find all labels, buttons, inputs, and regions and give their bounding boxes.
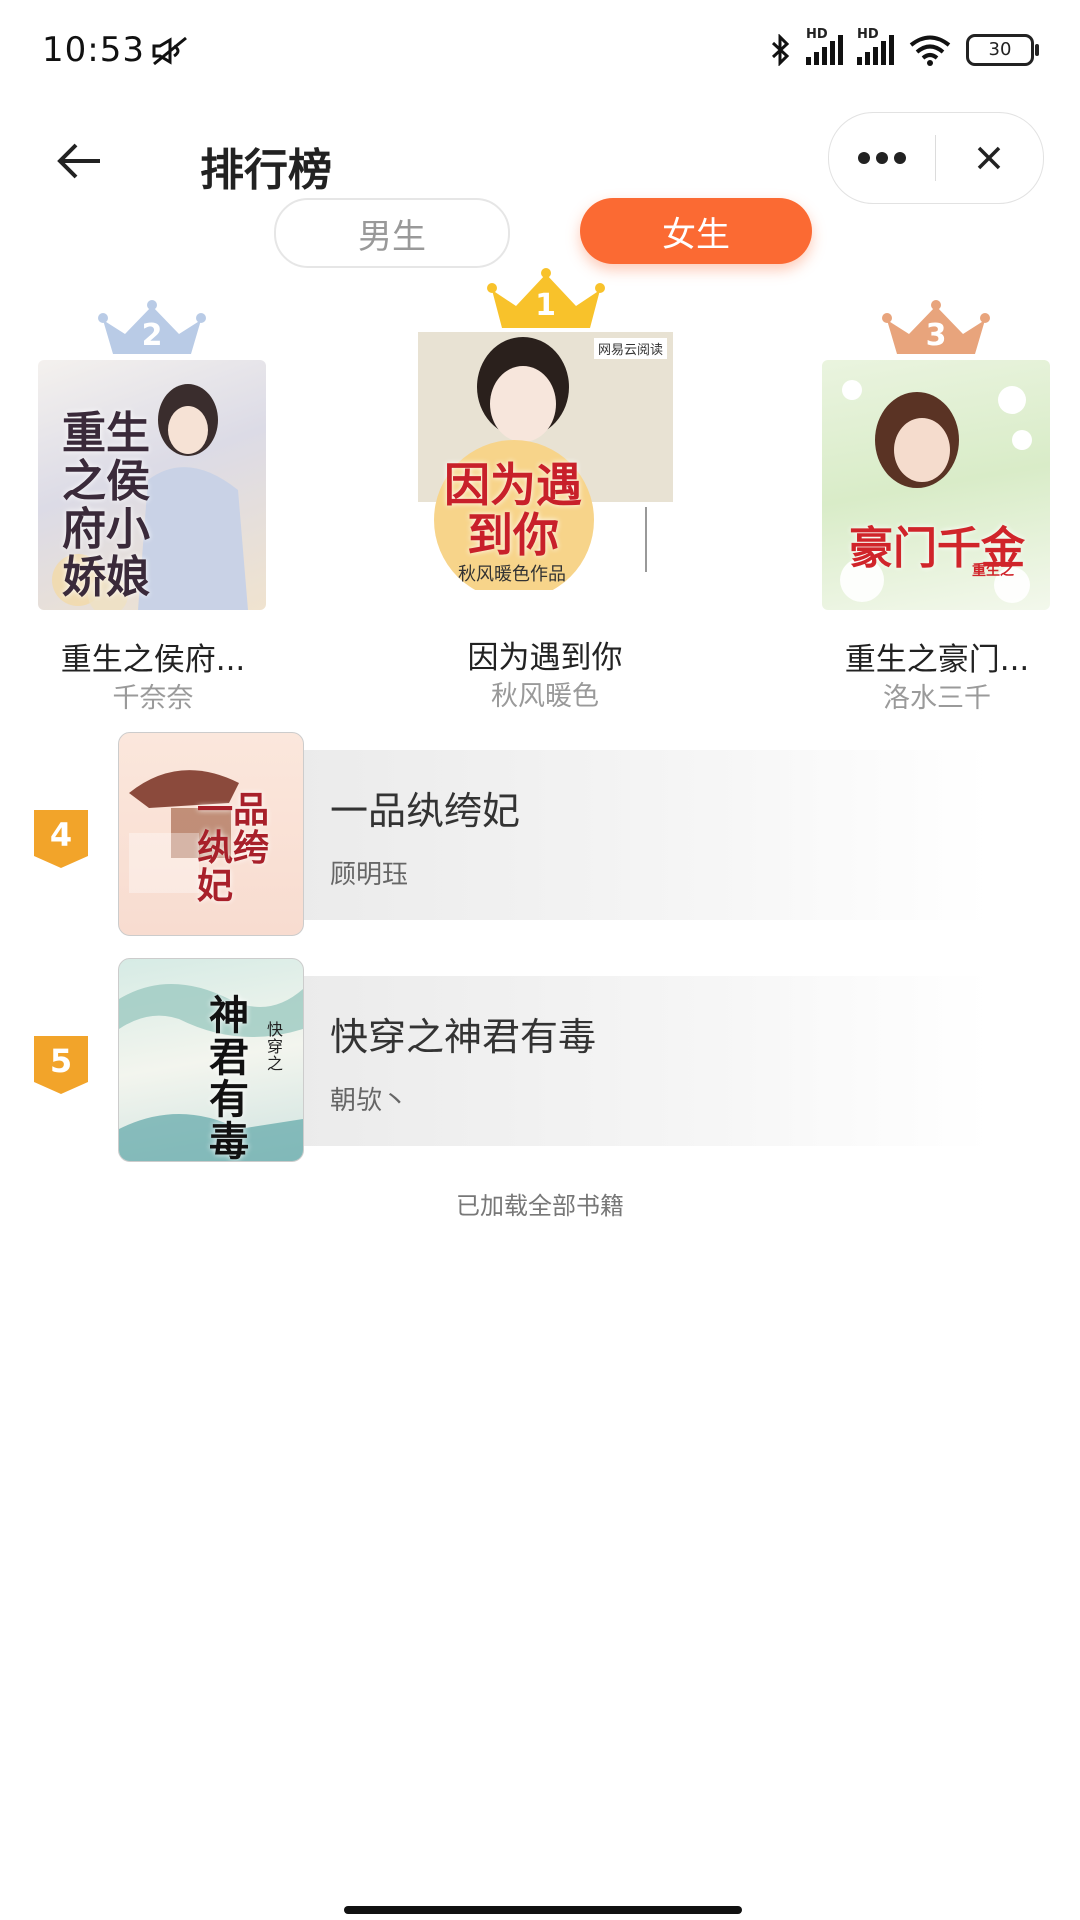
book-title: 重生之侯府...	[60, 642, 246, 678]
rank-number: 4	[49, 816, 73, 854]
more-button[interactable]	[829, 113, 935, 203]
cover-title: 因为遇到你	[444, 458, 582, 562]
publisher-badge: 网易云阅读	[593, 338, 667, 359]
crown-rank-3: 3	[881, 300, 991, 356]
more-dots-icon	[858, 152, 906, 164]
status-icons: HD HD 30	[770, 27, 1039, 66]
cover-subtitle: 快穿之	[267, 1020, 284, 1073]
list-item-background	[300, 976, 990, 1146]
rank-number: 1	[535, 288, 556, 323]
cover-title: 重生之侯府小娇娘	[62, 408, 150, 603]
book-cover[interactable]: 重生之侯府小娇娘	[38, 360, 266, 610]
close-button[interactable]	[936, 113, 1042, 203]
book-author: 朝欤丶	[330, 1086, 409, 1116]
cover-subtitle: 秋风暖色作品	[458, 564, 566, 585]
close-icon	[977, 146, 1001, 170]
book-author: 洛水三千	[883, 683, 991, 714]
book-title: 快穿之神君有毒	[330, 1015, 597, 1059]
status-time: 10:53	[42, 30, 145, 70]
cover-title: 一品纨绔妃	[197, 789, 270, 907]
book-cover[interactable]: 豪门千金 重生之	[822, 360, 1050, 610]
crown-rank-2: 2	[97, 300, 207, 356]
podium-rank-2[interactable]: 2 重生之侯府小娇娘 重生之侯府... 千奈奈	[38, 300, 266, 740]
rank-number: 5	[49, 1042, 73, 1080]
status-bar: 10:53 HD HD 30	[0, 0, 1080, 104]
book-title: 因为遇到你	[467, 640, 623, 676]
home-indicator[interactable]	[344, 1906, 742, 1914]
book-cover[interactable]: 一品纨绔妃	[118, 732, 304, 936]
list-item-rank-5[interactable]: 5 神君有毒 快穿之 快穿之神君有毒 朝欤丶	[0, 958, 1080, 1163]
podium-rank-1[interactable]: 1 网易云阅读 因为遇到你 秋风暖色作品 因为遇到你 秋风暖色	[418, 268, 673, 748]
book-title: 重生之豪门...	[844, 642, 1030, 678]
book-cover[interactable]: 神君有毒 快穿之	[118, 958, 304, 1162]
arrow-left-icon	[57, 143, 100, 179]
network-type-2: HD	[857, 27, 879, 42]
tab-male[interactable]: 男生	[274, 198, 510, 268]
rank-badge: 5	[34, 1036, 88, 1094]
network-type-1: HD	[806, 27, 828, 42]
page-title: 排行榜	[200, 145, 332, 196]
book-title: 一品纨绔妃	[330, 789, 521, 833]
menu-capsule	[828, 112, 1044, 204]
crown-rank-1: 1	[486, 268, 606, 330]
book-author: 千奈奈	[112, 683, 194, 714]
list-item-background	[300, 750, 990, 920]
back-button[interactable]	[44, 126, 114, 196]
book-author: 秋风暖色	[491, 681, 599, 712]
loaded-all-note: 已加载全部书籍	[456, 1192, 624, 1220]
rank-number: 3	[925, 318, 947, 353]
book-cover[interactable]: 网易云阅读 因为遇到你 秋风暖色作品	[418, 332, 673, 590]
rank-badge: 4	[34, 810, 88, 868]
wifi-icon	[909, 35, 951, 66]
signal-2: HD	[857, 27, 894, 65]
cover-title: 神君有毒	[209, 992, 249, 1162]
book-author: 顾明珏	[330, 860, 409, 890]
signal-1: HD	[806, 27, 843, 65]
battery-icon: 30	[966, 34, 1039, 66]
mute-icon	[152, 36, 187, 66]
tab-female[interactable]: 女生	[580, 198, 812, 264]
bluetooth-icon	[771, 34, 790, 66]
rank-number: 2	[141, 318, 163, 353]
podium-rank-3[interactable]: 3 豪门千金 重生之 重生之豪门... 洛水三千	[822, 300, 1050, 740]
cover-subtitle: 重生之	[972, 563, 1014, 579]
gender-tabs: 男生 女生	[274, 198, 812, 268]
list-item-rank-4[interactable]: 4 一品纨绔妃 一品纨绔妃 顾明珏	[0, 732, 1080, 937]
